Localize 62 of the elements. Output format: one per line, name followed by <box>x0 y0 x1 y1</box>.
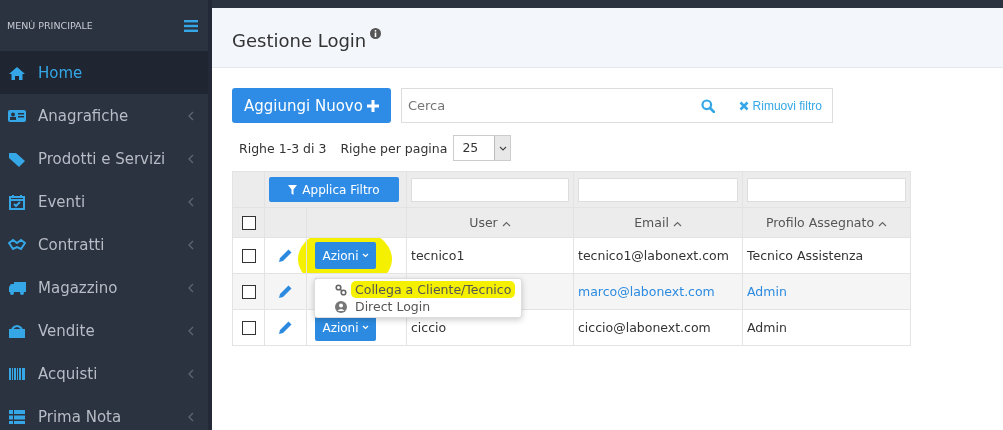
table-cell: tecnico1 <box>411 248 465 263</box>
link-icon <box>335 283 347 296</box>
sidebar-item[interactable]: Acquisti <box>0 352 208 395</box>
per-page-select[interactable]: 25 <box>453 135 512 161</box>
rows-info: Righe 1-3 di 3 <box>239 140 327 156</box>
table-cell: Admin <box>747 320 787 335</box>
truck-icon <box>8 279 26 296</box>
tag-icon <box>8 150 26 167</box>
sidebar-item[interactable]: Prodotti e Servizi <box>0 137 208 180</box>
row-checkbox[interactable] <box>241 284 256 299</box>
search-icon[interactable] <box>700 98 715 113</box>
table-cell: tecnico1@labonext.com <box>578 248 729 263</box>
apply-filter-button[interactable]: Applica Filtro <box>269 177 399 202</box>
caret-icon <box>361 325 369 330</box>
page-title: Gestione Login <box>232 30 367 51</box>
info-icon[interactable] <box>370 28 382 39</box>
table-cell: Admin <box>747 284 787 299</box>
table-cell: ciccio <box>411 320 447 335</box>
table-cell: ciccio@labonext.com <box>578 320 711 335</box>
column-header[interactable]: Email <box>573 207 743 238</box>
handshake-icon <box>8 236 26 253</box>
pencil-icon[interactable] <box>278 284 293 299</box>
menu-item[interactable]: Direct Login <box>315 298 521 315</box>
pencil-icon[interactable] <box>278 248 293 263</box>
sidebar-item[interactable]: Contratti <box>0 223 208 266</box>
sort-icon[interactable] <box>672 221 682 227</box>
row-checkbox[interactable] <box>241 248 256 263</box>
sidebar-item[interactable]: Anagrafiche <box>0 94 208 137</box>
row-checkbox[interactable] <box>241 320 256 335</box>
sidebar-item[interactable]: Prima Nota <box>0 395 208 430</box>
column-header[interactable]: User <box>406 207 574 238</box>
sidebar-title: MENÙ PRINCIPALE <box>7 20 93 31</box>
column-filter-field[interactable] <box>578 177 738 202</box>
per-page-label: Righe per pagina <box>340 140 448 156</box>
actions-button[interactable]: Azioni <box>315 242 376 269</box>
sidebar-item[interactable]: Vendite <box>0 309 208 352</box>
table-cell: Tecnico Assistenza <box>747 248 864 263</box>
caret-icon <box>498 145 507 151</box>
column-filter-field[interactable] <box>747 177 906 202</box>
sort-icon[interactable] <box>878 221 888 227</box>
pencil-icon[interactable] <box>278 320 293 335</box>
column-filter-field[interactable] <box>411 177 569 202</box>
user-icon <box>335 300 347 313</box>
home-icon <box>8 64 26 81</box>
menu-icon[interactable] <box>184 19 198 32</box>
sidebar-item[interactable]: Eventi <box>0 180 208 223</box>
table-cell: marco@labonext.com <box>578 284 715 299</box>
caret-icon <box>361 253 369 258</box>
sidebar-item[interactable]: Magazzino <box>0 266 208 309</box>
plus-icon <box>366 99 379 112</box>
list-icon <box>8 408 26 425</box>
calendar-icon <box>8 193 26 210</box>
filter-icon <box>288 184 298 195</box>
id-card-icon <box>8 107 26 124</box>
select-all-checkbox[interactable] <box>241 215 256 230</box>
sort-icon[interactable] <box>501 221 511 227</box>
column-header[interactable]: Profilo Assegnato <box>742 207 911 238</box>
add-button[interactable]: Aggiungi Nuovo <box>232 88 391 123</box>
barcode-icon <box>8 365 26 382</box>
close-icon <box>738 100 749 111</box>
sidebar-item[interactable]: Home <box>0 51 208 94</box>
basket-icon <box>8 322 26 339</box>
